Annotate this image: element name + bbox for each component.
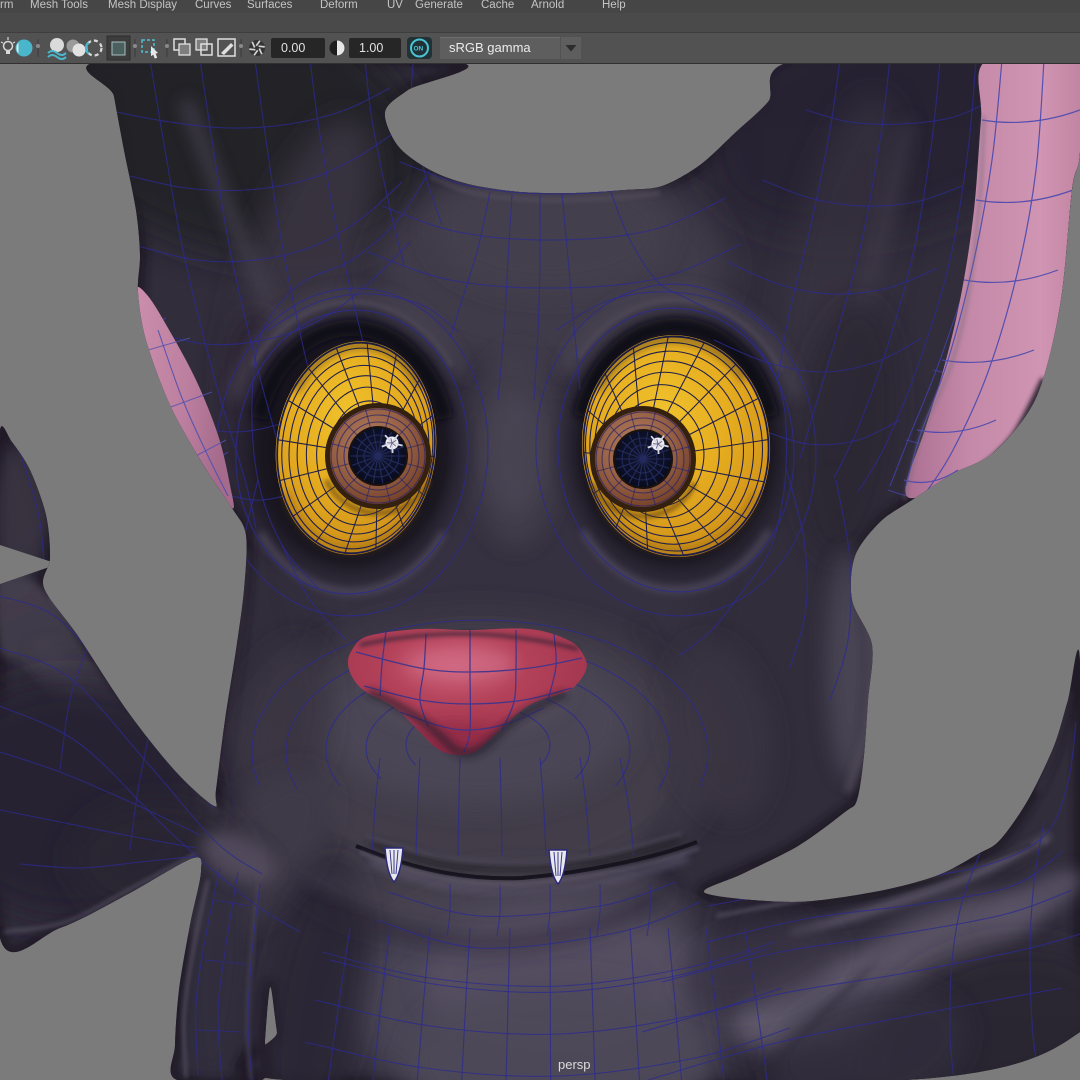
svg-text:rm: rm [0,0,13,11]
svg-text:sRGB gamma: sRGB gamma [449,40,531,55]
svg-text:Curves: Curves [195,0,232,11]
svg-text:UV: UV [387,0,403,11]
svg-text:1.00: 1.00 [359,41,383,55]
svg-text:Arnold: Arnold [531,0,564,11]
svg-text:Help: Help [602,0,626,11]
svg-text:Surfaces: Surfaces [247,0,293,11]
svg-text:Cache: Cache [481,0,514,11]
svg-text:Generate: Generate [415,0,463,11]
svg-text:Mesh Display: Mesh Display [108,0,177,11]
svg-text:Mesh Tools: Mesh Tools [30,0,88,11]
svg-text:ON: ON [414,46,424,53]
svg-text:Deform: Deform [320,0,358,11]
svg-text:0.00: 0.00 [281,41,305,55]
svg-text:persp: persp [558,1057,591,1072]
